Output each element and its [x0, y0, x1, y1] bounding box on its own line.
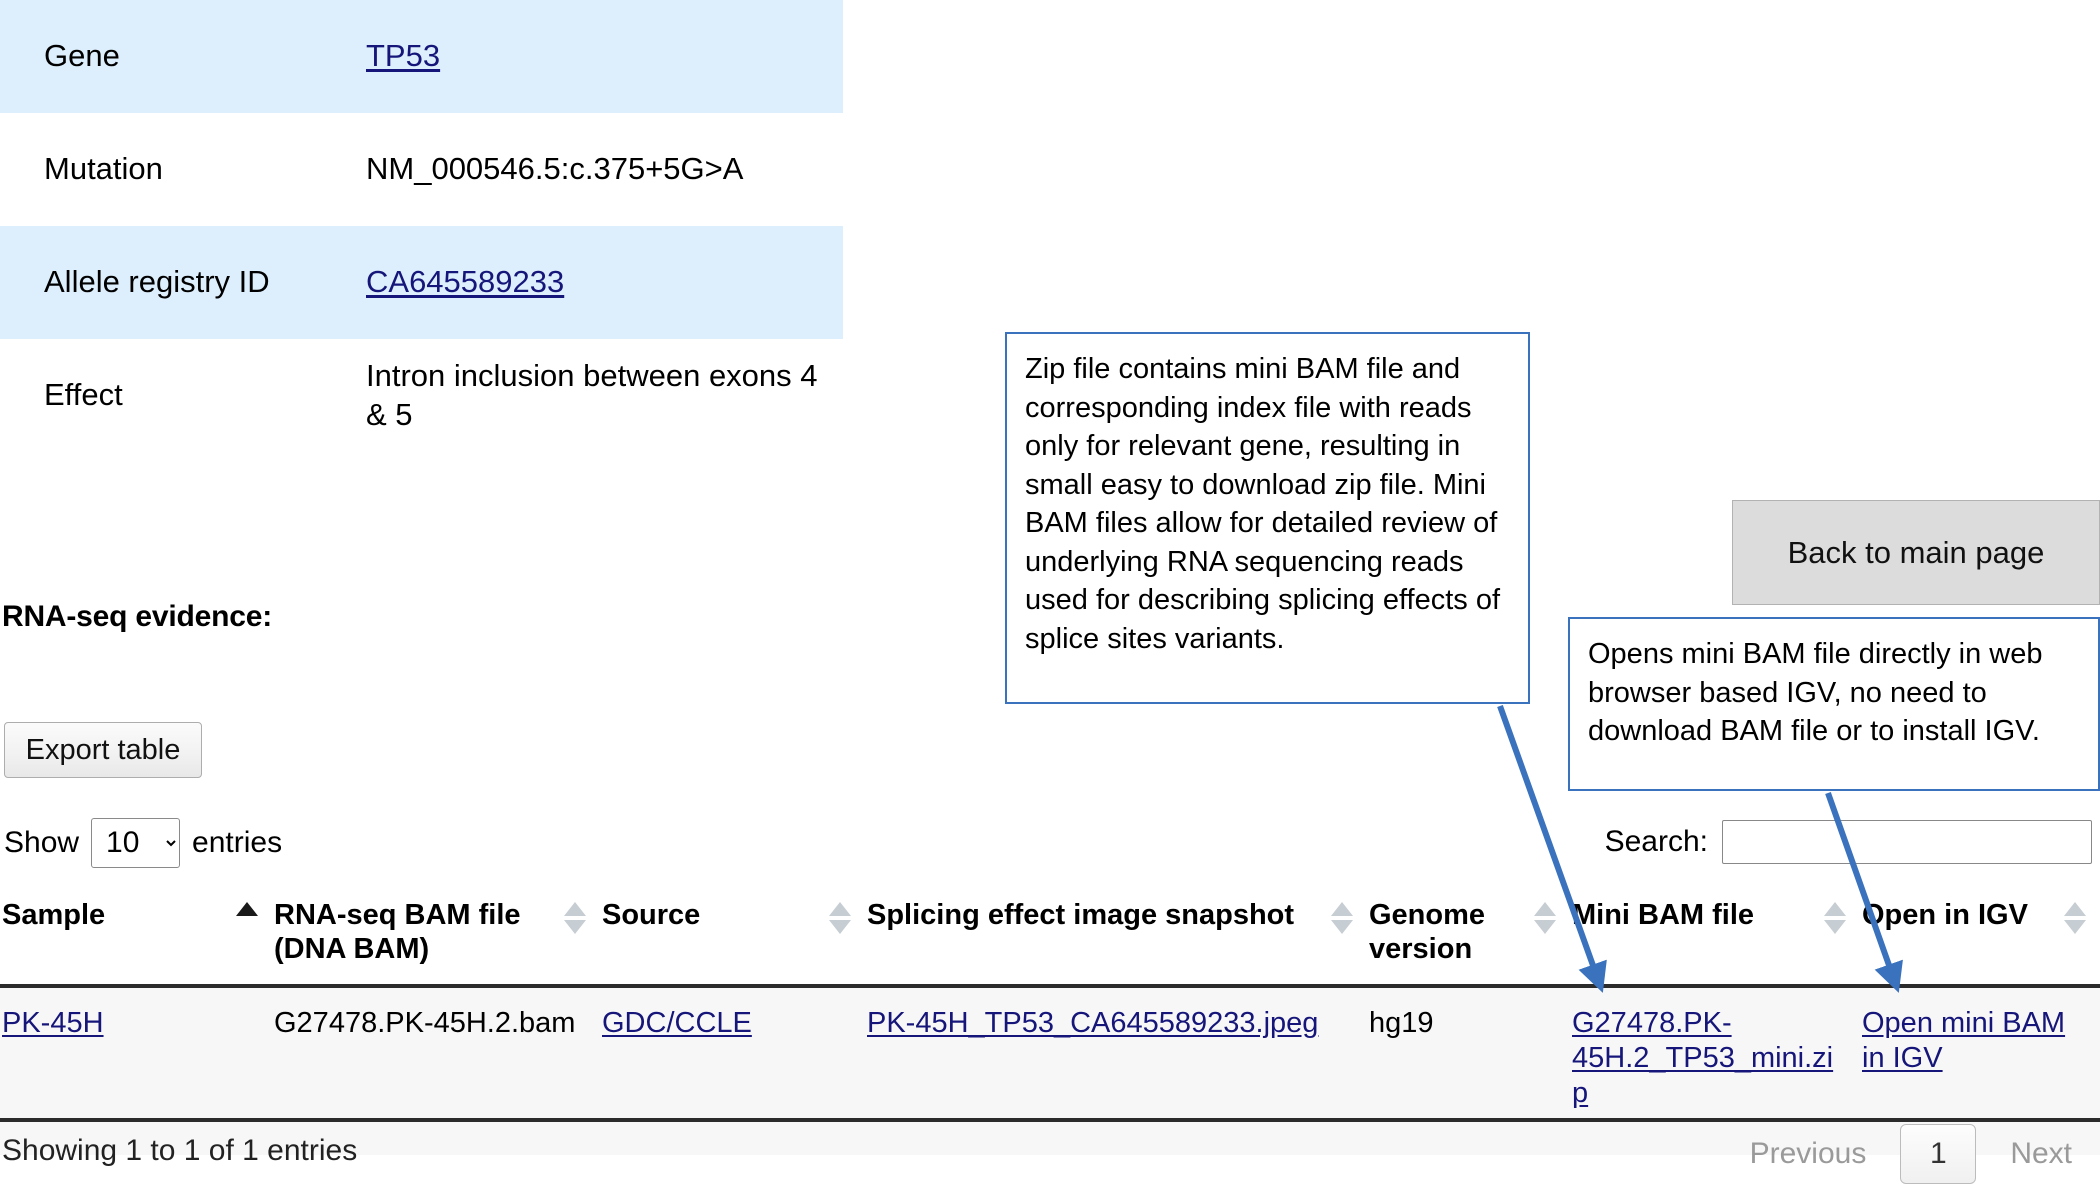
column-header-source[interactable]: Source: [600, 886, 865, 989]
column-header-genome-version[interactable]: Genome version: [1367, 886, 1570, 989]
snapshot-link[interactable]: PK-45H_TP53_CA645589233.jpeg: [867, 1007, 1318, 1039]
column-header-rna-seq-bam-file[interactable]: RNA-seq BAM file (DNA BAM): [272, 886, 600, 989]
variant-info-label: Mutation: [44, 151, 163, 187]
show-label: Show: [4, 826, 80, 859]
search-label: Search:: [1604, 825, 1708, 858]
sample-link[interactable]: PK-45H: [2, 1007, 104, 1039]
column-header-mini-bam-file[interactable]: Mini BAM file: [1570, 886, 1860, 989]
pagination-page-1-button[interactable]: 1: [1900, 1124, 1977, 1184]
column-header-open-in-igv[interactable]: Open in IGV: [1860, 886, 2100, 989]
column-header-label: Source: [602, 899, 701, 931]
variant-info-row: Allele registry ID CA645589233: [0, 226, 843, 339]
entries-length-control: Show 10 25 50 100 entries: [4, 818, 282, 868]
variant-info-table: Gene TP53 Mutation NM_000546.5:c.375+5G>…: [0, 0, 843, 452]
column-header-label: Splicing effect image snapshot: [867, 899, 1295, 931]
pagination-previous-button[interactable]: Previous: [1730, 1125, 1887, 1183]
evidence-table-head: Sample RNA-seq BAM file (DNA BAM) Source: [0, 886, 2100, 989]
column-header-splicing-effect-image-snapshot[interactable]: Splicing effect image snapshot: [865, 886, 1367, 989]
variant-info-label: Effect: [44, 377, 123, 413]
page-root: Gene TP53 Mutation NM_000546.5:c.375+5G>…: [0, 0, 2100, 1191]
rna-seq-evidence-heading: RNA-seq evidence:: [2, 600, 273, 633]
variant-info-value: CA645589233: [324, 226, 843, 339]
search-control: Search:: [1605, 820, 2092, 864]
effect-value: Intron inclusion between exons 4 & 5: [366, 357, 818, 432]
variant-info-label: Gene: [44, 38, 120, 74]
column-header-sample[interactable]: Sample: [0, 886, 272, 989]
column-header-label: Genome version: [1369, 899, 1486, 966]
sort-toggle-icon[interactable]: [1534, 902, 1556, 934]
column-header-label: Sample: [2, 899, 106, 931]
pagination-next-button[interactable]: Next: [1990, 1125, 2092, 1183]
sort-toggle-icon[interactable]: [829, 902, 851, 934]
variant-info-row: Effect Intron inclusion between exons 4 …: [0, 339, 843, 452]
sort-toggle-icon[interactable]: [564, 902, 586, 934]
pagination: Previous 1 Next: [1730, 1124, 2092, 1184]
search-input[interactable]: [1722, 820, 2092, 864]
variant-info-row: Gene TP53: [0, 0, 843, 113]
entries-per-page-select[interactable]: 10 25 50 100: [91, 818, 181, 868]
mutation-value: NM_000546.5:c.375+5G>A: [366, 151, 744, 187]
sort-ascending-icon[interactable]: [236, 902, 258, 916]
callout-mini-bam-file: Zip file contains mini BAM file and corr…: [1005, 332, 1530, 704]
table-info-text: Showing 1 to 1 of 1 entries: [2, 1134, 358, 1167]
variant-info-row: Mutation NM_000546.5:c.375+5G>A: [0, 113, 843, 226]
sort-toggle-icon[interactable]: [2064, 902, 2086, 934]
column-header-label: Open in IGV: [1862, 899, 2028, 931]
sort-toggle-icon[interactable]: [1824, 902, 1846, 934]
back-to-main-page-button[interactable]: Back to main page: [1732, 500, 2100, 605]
evidence-table-header-row: Sample RNA-seq BAM file (DNA BAM) Source: [0, 886, 2100, 989]
allele-registry-id-link[interactable]: CA645589233: [366, 264, 564, 299]
column-header-label: RNA-seq BAM file (DNA BAM): [274, 899, 521, 966]
mini-bam-zip-link[interactable]: G27478.PK-45H.2_TP53_mini.zip: [1572, 1007, 1833, 1109]
rna-seq-evidence-table: Sample RNA-seq BAM file (DNA BAM) Source: [0, 886, 2100, 1155]
gene-link[interactable]: TP53: [366, 38, 440, 73]
callout-open-in-igv: Opens mini BAM file directly in web brow…: [1568, 617, 2100, 791]
column-header-label: Mini BAM file: [1572, 899, 1755, 931]
open-in-igv-link[interactable]: Open mini BAM in IGV: [1862, 1007, 2065, 1074]
export-table-button[interactable]: Export table: [4, 722, 202, 778]
entries-label: entries: [192, 826, 283, 859]
variant-info-value: TP53: [324, 0, 843, 113]
source-link[interactable]: GDC/CCLE: [602, 1007, 752, 1039]
variant-info-label: Allele registry ID: [44, 264, 270, 300]
variant-info-body: Gene TP53 Mutation NM_000546.5:c.375+5G>…: [0, 0, 843, 452]
sort-toggle-icon[interactable]: [1331, 902, 1353, 934]
